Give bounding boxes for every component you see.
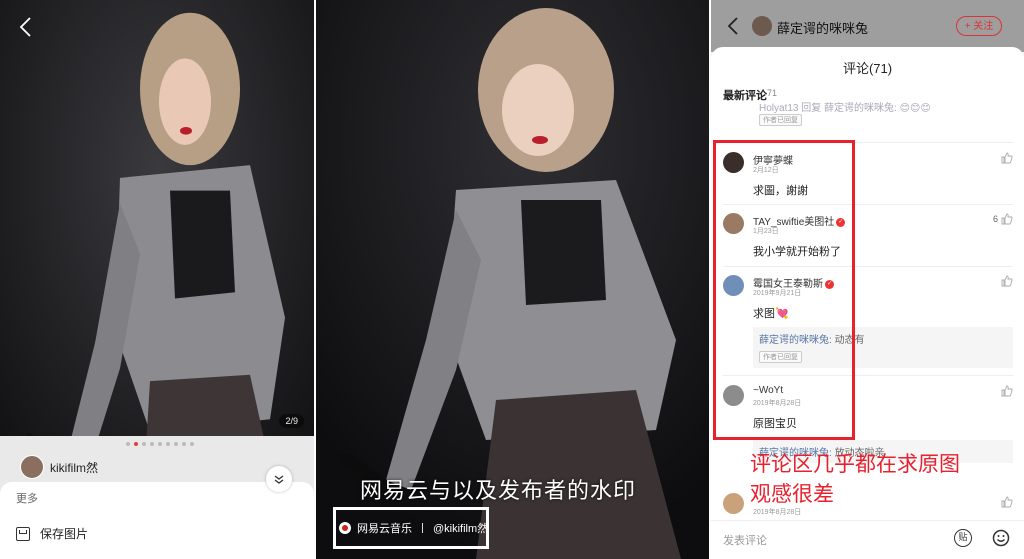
watermark-user: @kikifilm然 (433, 523, 489, 535)
page-dot (142, 442, 146, 446)
thumbs-up-icon[interactable] (1001, 213, 1013, 225)
watermark-caption: 网易云与以及发布者的水印 (360, 478, 637, 503)
watermark-divider (422, 523, 423, 533)
comment-composer[interactable]: 发表评论 贴 (711, 520, 1024, 559)
avatar[interactable] (20, 455, 44, 479)
annotation-text: 评论区几乎都在求原图 观感很差 (750, 450, 960, 510)
partial-comment: Holyat13 回复 薛定谔的咪咪兔: 😊😊😊 作者已回复 (759, 99, 931, 126)
watermark: 网易云音乐 @kikifilm然 (339, 520, 488, 536)
avatar[interactable] (752, 16, 772, 36)
page-dot-active (134, 442, 138, 446)
action-sheet (0, 482, 314, 559)
partial-comment-text: Holyat13 回复 薛定谔的咪咪兔: 😊😊😊 (759, 103, 931, 114)
page-indicator (126, 442, 194, 446)
header-title[interactable]: 薛定谔的咪咪兔 (777, 18, 868, 37)
watermark-brand: 网易云音乐 (357, 523, 412, 535)
author-info[interactable]: kikifilm然 (20, 455, 98, 479)
page-dot (150, 442, 154, 446)
follow-button[interactable]: + 关注 (956, 16, 1002, 36)
netease-music-logo-icon (339, 522, 351, 534)
comments-title: 评论(71) (842, 61, 893, 76)
emoji-icon[interactable] (992, 529, 1010, 547)
thumbs-up-icon[interactable] (1001, 496, 1013, 508)
chevron-down-icon (274, 475, 284, 484)
author-replied-tag: 作者已回复 (759, 114, 802, 126)
page-dot (166, 442, 170, 446)
comment-input[interactable]: 发表评论 (723, 532, 767, 548)
annotation-line-2: 观感很差 (750, 483, 834, 506)
back-icon[interactable] (18, 16, 34, 38)
photo-counter: 2/9 (279, 414, 304, 428)
thumbs-up-icon[interactable] (1001, 152, 1013, 164)
annotation-line-1: 评论区几乎都在求原图 (750, 453, 960, 476)
back-icon[interactable] (726, 16, 740, 36)
thumbs-up-icon[interactable] (1001, 275, 1013, 287)
page-dot (174, 442, 178, 446)
highlight-box (713, 140, 855, 440)
thumbs-up-icon[interactable] (1001, 385, 1013, 397)
sticker-button[interactable]: 贴 (954, 529, 972, 547)
comment-avatar[interactable] (723, 493, 744, 514)
page-dot (158, 442, 162, 446)
save-icon (16, 526, 30, 541)
page-dot (182, 442, 186, 446)
collapse-sheet-button[interactable] (266, 466, 292, 492)
save-image-item[interactable]: 保存图片 (16, 525, 88, 542)
author-name[interactable]: kikifilm然 (50, 459, 98, 476)
save-image-label: 保存图片 (40, 527, 89, 541)
page-dot (126, 442, 130, 446)
page-dot (190, 442, 194, 446)
like-count: 6 (992, 214, 998, 224)
section-count: 71 (767, 88, 778, 98)
more-label: 更多 (16, 493, 38, 505)
